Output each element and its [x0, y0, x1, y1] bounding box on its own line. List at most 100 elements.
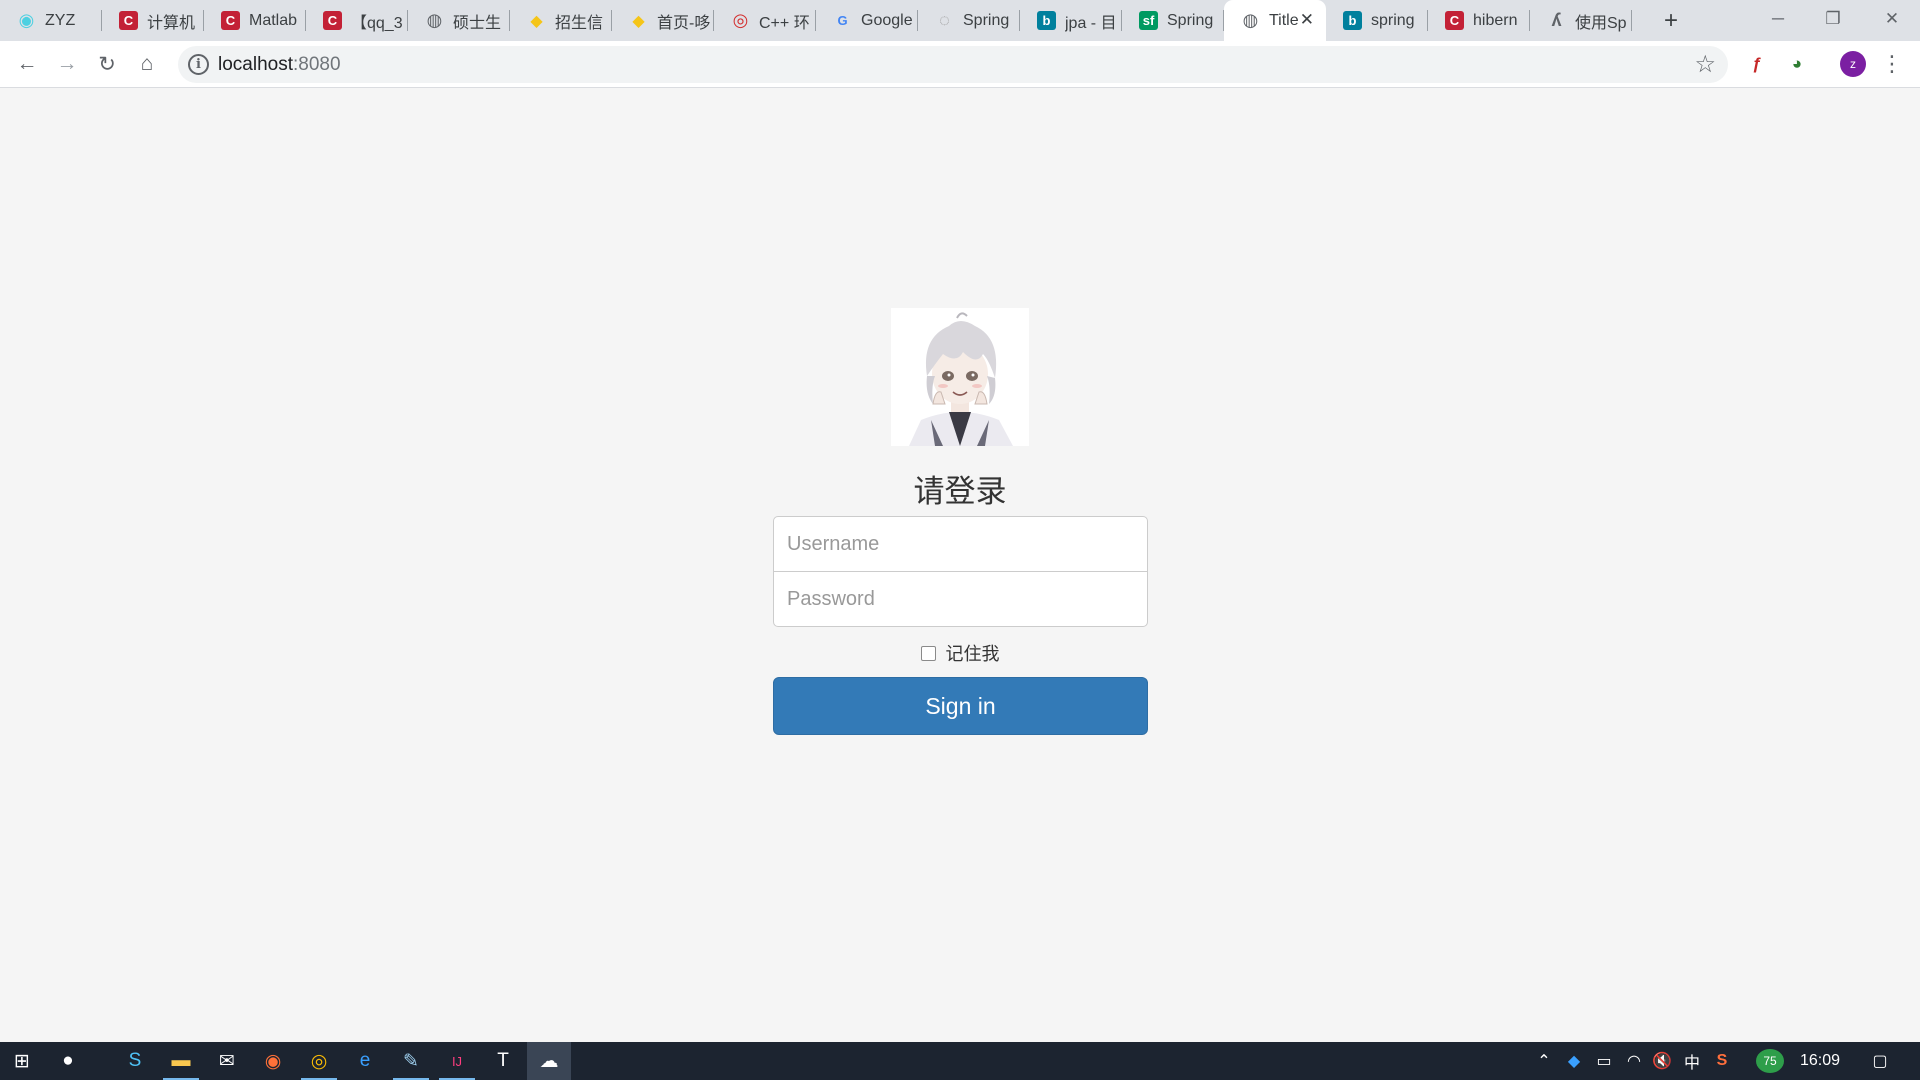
tab-2[interactable]: C Matlab [204, 0, 306, 41]
globe-extension-icon[interactable]: ◕ [1785, 52, 1809, 76]
notifications-icon[interactable]: ▢ [1860, 1042, 1900, 1080]
bing-icon: b [1343, 11, 1362, 30]
tab-title: 使用Sp [1575, 14, 1627, 32]
tab-close-icon[interactable]: ✕ [1300, 10, 1314, 30]
tab-title: 【qq_3 [351, 14, 403, 32]
back-button[interactable]: ← [12, 49, 42, 79]
tab-title: 首页-哆 [657, 14, 711, 32]
tab-8[interactable]: G Google [816, 0, 918, 41]
minimize-button[interactable]: ─ [1758, 4, 1798, 34]
remember-me-checkbox[interactable] [920, 645, 936, 661]
typora-icon[interactable]: T [481, 1042, 525, 1080]
cpu-badge[interactable]: 75 [1756, 1049, 1784, 1073]
home-button[interactable]: ⌂ [132, 49, 162, 79]
cortana-icon[interactable]: ● [46, 1042, 90, 1080]
remember-me-label[interactable]: 记住我 [946, 640, 1000, 666]
globe-icon: ◍ [1242, 10, 1259, 30]
tab-4[interactable]: ◍ 硕士生 [408, 0, 510, 41]
globe-icon: ◍ [426, 10, 443, 30]
flash-icon[interactable]: ƒ [1745, 52, 1769, 76]
tab-title: Matlab [249, 11, 298, 29]
bing-icon: b [1037, 11, 1056, 30]
anime-avatar-illustration [891, 308, 1029, 446]
url-host: localhost [218, 54, 293, 75]
avatar [891, 308, 1029, 446]
profile-avatar[interactable]: z [1840, 51, 1866, 77]
tab-title: Spring [1167, 11, 1214, 29]
username-input[interactable] [773, 516, 1148, 572]
shield-tray-icon[interactable]: ◆ [1560, 1042, 1588, 1080]
tab-7[interactable]: ◎ C++ 环 [714, 0, 816, 41]
remember-me: 记住我 [0, 640, 1920, 666]
tab-13[interactable]: b spring [1326, 0, 1428, 41]
owl-icon: ◎ [732, 10, 749, 30]
ime-label[interactable]: 中 [1678, 1042, 1706, 1080]
url-port: :8080 [293, 54, 341, 75]
sign-in-button[interactable]: Sign in [773, 677, 1148, 735]
address-bar[interactable]: i localhost:8080 ☆ [178, 46, 1728, 83]
tab-5[interactable]: ◆ 招生信 [510, 0, 612, 41]
notepad-icon[interactable]: ✎ [389, 1042, 433, 1080]
python-icon: ◆ [530, 12, 543, 30]
clock[interactable]: 16:09 [1800, 1042, 1840, 1080]
tab-12[interactable]: ◍ Title ✕ [1224, 0, 1326, 41]
tab-9[interactable]: ◌ Spring [918, 0, 1020, 41]
start-icon[interactable]: ⊞ [0, 1042, 44, 1080]
tab-separator [1631, 10, 1632, 31]
file-explorer-icon[interactable]: ▬ [159, 1042, 203, 1080]
tab-10[interactable]: b jpa - 目 [1020, 0, 1122, 41]
close-window-button[interactable]: ✕ [1872, 4, 1912, 34]
tray-chevron-icon[interactable]: ⌃ [1530, 1042, 1558, 1080]
tab-1[interactable]: C 计算机 [102, 0, 204, 41]
tab-title: spring [1371, 11, 1415, 29]
globe-teal-icon: ◉ [18, 10, 35, 30]
segmentfault-icon: sf [1139, 11, 1158, 30]
volume-muted-icon[interactable]: 🔇 [1648, 1042, 1676, 1080]
spring-icon: ◌ [939, 10, 950, 30]
python-icon: ◆ [632, 12, 645, 30]
battery-icon[interactable]: ▭ [1590, 1042, 1618, 1080]
tab-3[interactable]: C 【qq_3 [306, 0, 408, 41]
page-title: 请登录 [913, 474, 1007, 510]
url-text[interactable]: localhost:8080 [218, 54, 341, 76]
password-input[interactable] [773, 571, 1148, 627]
tab-title: Spring [963, 11, 1010, 29]
tab-0[interactable]: ◉ ZYZ [0, 0, 102, 41]
browser-menu-icon[interactable]: ⋮ [1881, 49, 1903, 79]
sogou-ime-icon[interactable]: S [1708, 1042, 1736, 1080]
csdn-icon: C [119, 11, 138, 30]
tab-14[interactable]: Chibern [1428, 0, 1530, 41]
cloud-app-icon[interactable]: ☁ [527, 1042, 571, 1080]
sogou-browser-icon[interactable]: S [113, 1042, 157, 1080]
new-tab-button[interactable]: + [1656, 6, 1686, 36]
intellij-icon[interactable]: IJ [435, 1042, 479, 1080]
tab-title: 计算机 [147, 14, 196, 32]
firefox-icon[interactable]: ◉ [251, 1042, 295, 1080]
tab-15[interactable]: ʎ 使用Sp [1530, 0, 1632, 41]
browser-toolbar: ← → ↻ ⌂ i localhost:8080 ☆ ƒ ◕ z ⋮ [0, 41, 1920, 88]
site-info-icon[interactable]: i [188, 54, 209, 75]
tab-6[interactable]: ◆ 首页-哆 [612, 0, 714, 41]
csdn-icon: C [323, 11, 342, 30]
restore-button[interactable]: ❐ [1813, 4, 1853, 34]
tab-strip: ◉ ZYZ C 计算机 C Matlab C 【qq_3 ◍ 硕士生 ◆ 招生信 ◆ 首页-哆 ◎ C++ 环… [0, 0, 1920, 41]
tab-title: C++ 环 [759, 14, 810, 32]
google-translate-icon: G [837, 13, 848, 28]
tab-title: ZYZ [45, 11, 76, 29]
csdn-icon: C [1445, 11, 1464, 30]
mail-icon[interactable]: ✉ [205, 1042, 249, 1080]
login-page: 请登录 记住我 Sign in [0, 88, 1920, 1042]
edge-icon[interactable]: e [343, 1042, 387, 1080]
tab-title: Title [1269, 11, 1299, 29]
tab-title: hibern [1473, 11, 1518, 29]
wifi-icon[interactable]: ◠ [1620, 1042, 1648, 1080]
chrome-icon[interactable]: ◎ [297, 1042, 341, 1080]
tab-title: Google [861, 11, 913, 29]
tab-title: jpa - 目 [1065, 14, 1117, 32]
forward-button[interactable]: → [52, 49, 82, 79]
reload-button[interactable]: ↻ [92, 49, 122, 79]
tab-title: 硕士生 [453, 14, 502, 32]
csdn-icon: C [221, 11, 240, 30]
tab-11[interactable]: sf Spring [1122, 0, 1224, 41]
bookmark-star-icon[interactable]: ☆ [1694, 50, 1716, 79]
